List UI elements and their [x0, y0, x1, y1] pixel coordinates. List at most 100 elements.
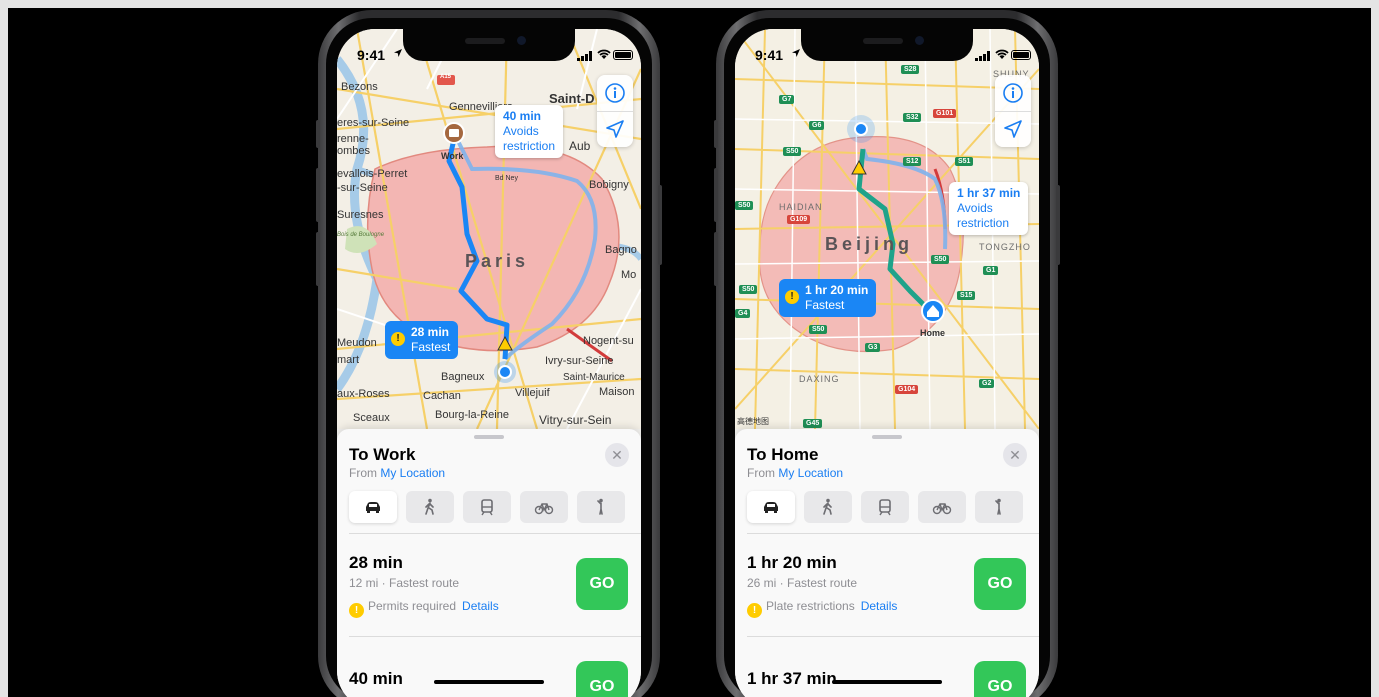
divider: [747, 533, 1039, 534]
mute-switch: [714, 120, 718, 148]
origin-link[interactable]: My Location: [778, 466, 843, 480]
route-warning: ! Permits required Details: [349, 599, 499, 618]
highway-shield: G4: [735, 309, 751, 318]
map-label: Villejuif: [515, 387, 550, 399]
highway-shield: G2: [979, 379, 995, 388]
map-label: Mo: [621, 269, 637, 281]
mode-cycle[interactable]: [520, 491, 568, 523]
location-arrow-icon[interactable]: [604, 118, 626, 140]
callout-subtitle: Fastest: [805, 298, 845, 312]
close-button[interactable]: ✕: [1003, 443, 1027, 467]
mode-drive[interactable]: [349, 491, 397, 523]
highway-shield: G109: [787, 215, 811, 224]
mode-rideshare[interactable]: [975, 491, 1023, 523]
map-view[interactable]: Bezons Gennevilliers Saint-D eres-sur-Se…: [337, 29, 641, 429]
phone-beijing: 9:41 HAIDIAN TONGZHO DAXING SHUNY 高德地图 B…: [714, 10, 1060, 697]
map-label: evallois-Perret: [337, 168, 408, 180]
highway-shield: S51: [955, 157, 974, 166]
presentation-stage: 9:41 Bezons Gennevilliers Saint-D eres-s…: [8, 8, 1371, 697]
map-label: Saint-Maurice: [563, 372, 625, 383]
go-button[interactable]: GO: [974, 558, 1026, 610]
highway-shield: S50: [739, 285, 758, 294]
home-indicator[interactable]: [832, 680, 942, 684]
card-title: To Work: [349, 445, 416, 464]
battery-icon: [613, 50, 633, 60]
info-icon[interactable]: [1002, 82, 1024, 104]
highway-shield: G101: [933, 109, 957, 118]
route-callout-alternate[interactable]: 1 hr 37 min Avoids restriction: [949, 182, 1029, 235]
city-label: Paris: [465, 251, 530, 271]
transit-icon: [879, 499, 891, 516]
rideshare-icon: [995, 498, 1001, 515]
map-label: Bourg-la-Reine: [435, 409, 509, 421]
map-attribution: 高德地图: [737, 417, 769, 426]
status-time: 9:41: [357, 47, 386, 63]
mode-cycle[interactable]: [918, 491, 966, 523]
divider: [747, 636, 1039, 637]
mode-walk[interactable]: [406, 491, 454, 523]
info-icon[interactable]: [604, 82, 626, 104]
route-callout-alternate[interactable]: 40 min Avoids restriction: [495, 105, 564, 158]
warning-icon: !: [349, 603, 364, 618]
highway-shield: G45: [803, 419, 823, 428]
volume-up-button: [714, 168, 718, 222]
mode-walk[interactable]: [804, 491, 852, 523]
notch: [403, 29, 575, 61]
route-info: 26 mi · Fastest route: [747, 576, 858, 590]
location-arrow-icon[interactable]: [1002, 118, 1024, 140]
origin-prefix: From: [349, 466, 377, 480]
power-button: [1056, 185, 1060, 265]
volume-down-button: [316, 232, 320, 286]
bike-icon: [534, 503, 554, 515]
route-duration: 1 hr 37 min: [747, 669, 837, 688]
home-indicator[interactable]: [434, 680, 544, 684]
screen: 9:41: [735, 29, 1039, 697]
details-link[interactable]: Details: [462, 599, 499, 613]
map-label: eres-sur-Seine: [337, 117, 410, 129]
map-label: Bagno: [605, 244, 637, 256]
map-controls: [597, 75, 633, 147]
card-grabber[interactable]: [474, 435, 504, 439]
callout-duration: 40 min: [503, 109, 542, 123]
map-label: mart: [337, 354, 359, 366]
directions-card: To Home From My Location ✕ 1 hr 20 min 2…: [735, 429, 1039, 697]
card-title: To Home: [747, 445, 819, 464]
map-label: Suresnes: [337, 209, 384, 221]
bike-icon: [932, 503, 952, 515]
mode-transit[interactable]: [861, 491, 909, 523]
map-label: Bobigny: [589, 179, 629, 191]
city-label: Beijing: [825, 234, 914, 254]
go-button[interactable]: GO: [576, 661, 628, 697]
callout-duration: 28 min: [411, 325, 450, 339]
origin-link[interactable]: My Location: [380, 466, 445, 480]
details-link[interactable]: Details: [861, 599, 898, 613]
card-grabber[interactable]: [872, 435, 902, 439]
go-button[interactable]: GO: [974, 661, 1026, 697]
mode-rideshare[interactable]: [577, 491, 625, 523]
map-label: Sceaux: [353, 412, 390, 424]
map-view[interactable]: HAIDIAN TONGZHO DAXING SHUNY 高德地图 Beijin…: [735, 29, 1039, 429]
mode-transit[interactable]: [463, 491, 511, 523]
volume-up-button: [316, 168, 320, 222]
transit-icon: [481, 499, 493, 516]
battery-icon: [1011, 50, 1031, 60]
route-callout-fastest[interactable]: ! 1 hr 20 min Fastest: [779, 279, 877, 317]
location-arrow-icon: [394, 49, 402, 57]
map-label: renne-: [337, 133, 369, 145]
go-button[interactable]: GO: [576, 558, 628, 610]
route-callout-fastest[interactable]: ! 28 min Fastest: [385, 321, 459, 359]
warning-text: Plate restrictions: [766, 599, 855, 613]
close-button[interactable]: ✕: [605, 443, 629, 467]
walk-icon: [823, 498, 832, 515]
car-icon: [366, 502, 380, 513]
map-label: Nogent-su: [583, 335, 634, 347]
wifi-icon: [995, 49, 1009, 59]
phone-paris: 9:41 Bezons Gennevilliers Saint-D eres-s…: [316, 10, 662, 697]
highway-shield: G6: [809, 121, 825, 130]
screen: 9:41: [337, 29, 641, 697]
directions-card: To Work From My Location ✕ 28 min 12 mi …: [337, 429, 641, 697]
warning-icon: !: [747, 603, 762, 618]
route-duration: 1 hr 20 min: [747, 553, 837, 572]
route-warning: ! Plate restrictions Details: [747, 599, 897, 618]
mode-drive[interactable]: [747, 491, 795, 523]
